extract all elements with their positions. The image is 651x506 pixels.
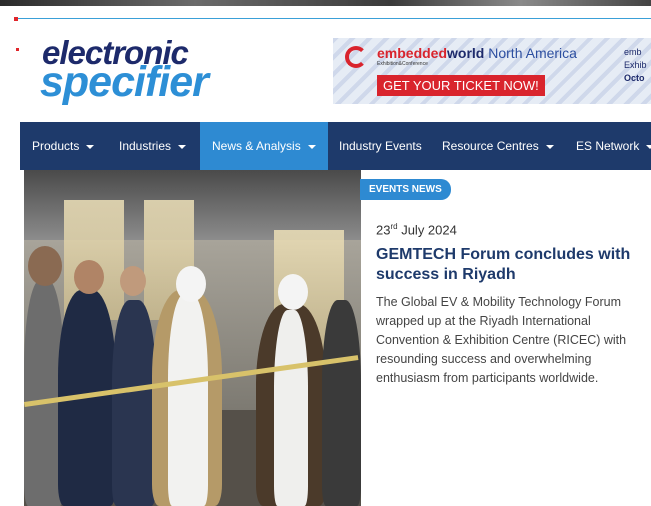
nav-label: Products <box>32 139 80 153</box>
nav-item-news-analysis[interactable]: News & Analysis <box>200 122 328 170</box>
nav-label: Industry Events <box>339 139 422 153</box>
article-summary: The Global EV & Mobility Technology Foru… <box>376 295 627 385</box>
get-ticket-button[interactable]: GET YOUR TICKET NOW! <box>377 75 545 96</box>
nav-item-industries[interactable]: Industries <box>107 122 198 170</box>
chevron-down-icon <box>178 144 187 149</box>
banner-side-line3: Octo <box>624 73 645 83</box>
accent-mark-small <box>16 48 19 51</box>
accent-mark <box>14 17 18 21</box>
main-navigation: Products Industries News & Analysis Indu… <box>20 122 651 170</box>
nav-label: ES Network <box>576 139 640 153</box>
logo-word-specifier: specifier <box>40 58 209 106</box>
header-divider <box>18 18 651 19</box>
nav-label: News & Analysis <box>212 139 301 153</box>
chevron-down-icon <box>545 144 554 149</box>
photo-person-head <box>28 246 62 286</box>
date-suffix: rd <box>390 222 398 231</box>
photo-person <box>112 300 156 506</box>
photo-person-head <box>176 266 206 302</box>
article-photo[interactable] <box>24 170 361 506</box>
nav-label: Industries <box>119 139 172 153</box>
banner-subtitle: Exhibition&Conference <box>377 61 428 67</box>
article-title[interactable]: GEMTECH Forum concludes with success in … <box>376 245 638 285</box>
nav-label: Resource Centres <box>442 139 539 153</box>
date-month-year: July 2024 <box>397 222 457 238</box>
nav-item-products[interactable]: Products <box>20 122 106 170</box>
ad-banner-embedded-world[interactable]: embeddedworld North America Exhibition&C… <box>333 38 651 104</box>
chevron-down-icon <box>86 144 95 149</box>
chevron-down-icon <box>646 144 651 149</box>
nav-item-es-network[interactable]: ES Network <box>564 122 651 170</box>
site-logo[interactable]: electronic specifier <box>36 34 256 106</box>
banner-brand: embeddedworld North America <box>377 45 577 61</box>
date-day: 23 <box>376 222 391 238</box>
banner-brand-world: world <box>447 45 485 61</box>
banner-side-line1: emb <box>624 47 642 57</box>
featured-article[interactable]: EVENTS NEWS 23rd July 2024 GEMTECH Forum… <box>24 170 642 506</box>
photo-person-thobe <box>274 310 308 506</box>
photo-person-thobe <box>168 294 208 506</box>
chevron-down-icon <box>307 144 316 149</box>
nav-item-industry-events[interactable]: Industry Events <box>327 122 434 170</box>
photo-person <box>322 300 361 506</box>
banner-brand-embedded: embedded <box>377 45 448 61</box>
embedded-world-logo-icon <box>345 46 367 68</box>
photo-person-head <box>120 266 146 296</box>
photo-person-head <box>278 274 308 310</box>
article-date: 23rd July 2024 <box>376 222 457 237</box>
photo-person-head <box>74 260 104 294</box>
nav-item-resource-centres[interactable]: Resource Centres <box>430 122 566 170</box>
banner-side-text: emb Exhib Octo <box>624 46 647 85</box>
banner-side-line2: Exhib <box>624 60 647 70</box>
category-badge[interactable]: EVENTS NEWS <box>360 179 451 200</box>
banner-brand-region: North America <box>484 45 577 61</box>
top-image-strip <box>0 0 651 6</box>
